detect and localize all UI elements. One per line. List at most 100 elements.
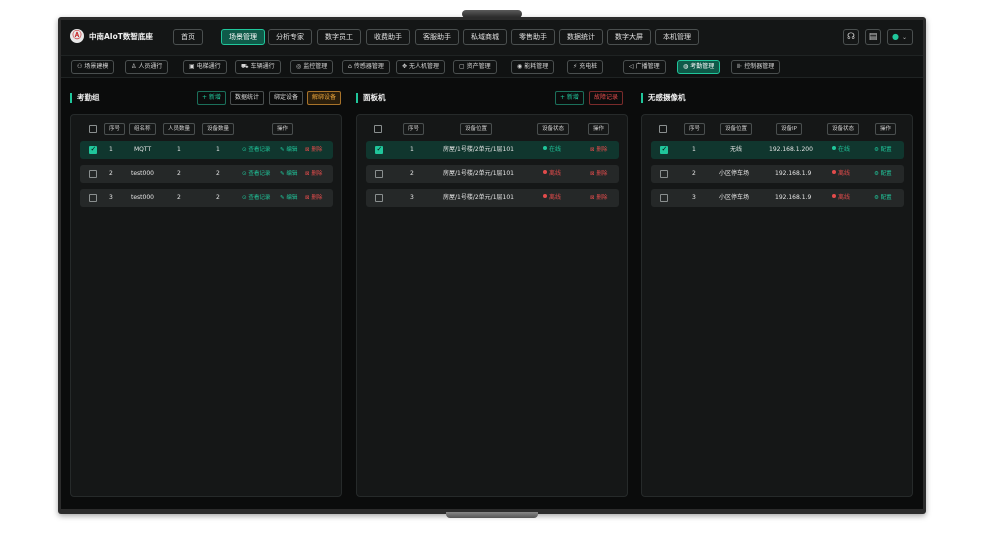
attendance-icon: ◍	[683, 63, 689, 70]
sub-nav: ⚇ 场景建模 ♙ 人员通行 ▣ 电梯通行 ⛟ 车辆通行 ◎ 监控管理 ⌂ 传感器管理 ✥ 无人…	[61, 56, 923, 78]
panel-machine-panel: 序号 设备位置 设备状态 操作 1 房屋/1号楼/2单元/1层101 在线 ⊠ …	[356, 114, 628, 497]
fault-records-button[interactable]: 故障记录	[589, 91, 624, 105]
row-no: 3	[109, 194, 113, 201]
delete-link[interactable]: ⊠ 删除	[590, 169, 607, 179]
status-dot-icon	[832, 194, 836, 198]
bind-device-button[interactable]: 绑定设备	[269, 91, 304, 105]
panel-machine-add-button[interactable]: + 新增	[555, 91, 584, 105]
sub-tab-scene-modeling[interactable]: ⚇ 场景建模	[71, 60, 115, 74]
nav-tab-local[interactable]: 本机管理	[655, 29, 699, 45]
row-checkbox[interactable]	[89, 194, 97, 202]
unbind-device-button[interactable]: 解绑设备	[307, 91, 342, 105]
delete-link[interactable]: ⊠ 删除	[305, 193, 322, 203]
sub-tab-monitor[interactable]: ◎ 监控管理	[290, 60, 334, 74]
sub-tab-sensor[interactable]: ⌂ 传感器管理	[342, 60, 390, 74]
sub-tab-broadcast[interactable]: ◁ 广播管理	[623, 60, 666, 74]
table-row[interactable]: 2 小区停车场 192.168.1.9 离线 ⚙ 配置	[651, 165, 904, 183]
config-link[interactable]: ⚙ 配置	[874, 169, 892, 179]
attendance-stats-button[interactable]: 数据统计	[230, 91, 265, 105]
nav-tab-digital-staff[interactable]: 数字员工	[317, 29, 361, 45]
sub-tab-elevator[interactable]: ▣ 电梯通行	[183, 60, 227, 74]
table-row[interactable]: 1 无线 192.168.1.200 在线 ⚙ 配置	[651, 141, 904, 159]
config-link[interactable]: ⚙ 配置	[874, 145, 892, 155]
row-checkbox[interactable]	[660, 145, 668, 154]
table-row[interactable]: 1 房屋/1号楼/2单元/1层101 在线 ⊠ 删除	[366, 141, 619, 159]
col-header-group-name: 组名称	[129, 123, 156, 135]
table-row[interactable]: 3 房屋/1号楼/2单元/1层101 离线 ⊠ 删除	[366, 189, 619, 207]
sub-tab-charging[interactable]: ⚡ 充电桩	[567, 60, 604, 74]
row-checkbox[interactable]	[660, 170, 668, 178]
nav-tab-analysis[interactable]: 分析专家	[268, 29, 312, 45]
attendance-add-button[interactable]: + 新增	[197, 91, 226, 105]
nav-tab-scene[interactable]: 场景管理	[221, 29, 265, 45]
view-records-link[interactable]: ⊙ 查看记录	[242, 169, 270, 179]
status-dot-icon	[832, 146, 836, 150]
sub-tab-controller[interactable]: ⊪ 控制器管理	[731, 60, 781, 74]
row-people: 2	[177, 170, 181, 177]
scene-modeling-icon: ⚇	[77, 63, 83, 70]
delete-link[interactable]: ⊠ 删除	[305, 169, 322, 179]
row-ip: 192.168.1.9	[775, 194, 812, 201]
table-row[interactable]: 3 小区停车场 192.168.1.9 离线 ⚙ 配置	[651, 189, 904, 207]
table-row[interactable]: 1 MQTT 1 1 ⊙ 查看记录 ✎ 编辑 ⊠ 删除	[80, 141, 333, 159]
row-no: 3	[410, 194, 414, 201]
row-no: 2	[109, 170, 113, 177]
row-ip: 192.168.1.200	[769, 146, 813, 153]
tv-scene: Ⓐ 中南AIoT数智底座 首页 场景管理 分析专家 数字员工 收费助手 客服助手…	[0, 0, 985, 554]
row-ip: 192.168.1.9	[775, 170, 812, 177]
row-checkbox[interactable]	[660, 194, 668, 202]
camera-title: 无感摄像机	[641, 93, 686, 103]
col-header-no: 序号	[684, 123, 706, 135]
drone-icon: ✥	[402, 63, 408, 70]
sub-tab-vehicle[interactable]: ⛟ 车辆通行	[235, 60, 281, 74]
table-row[interactable]: 3 test000 2 2 ⊙ 查看记录 ✎ 编辑 ⊠ 删除	[80, 189, 333, 207]
nav-tab-billing[interactable]: 收费助手	[366, 29, 410, 45]
view-records-link[interactable]: ⊙ 查看记录	[242, 193, 270, 203]
row-checkbox[interactable]	[375, 145, 383, 154]
nav-tab-home[interactable]: 首页	[173, 29, 203, 45]
row-checkbox[interactable]	[89, 145, 97, 154]
select-all-checkbox[interactable]	[374, 125, 382, 133]
delete-link[interactable]: ⊠ 删除	[590, 145, 607, 155]
nav-tab-service[interactable]: 客服助手	[415, 29, 459, 45]
brand-logo-icon: Ⓐ	[70, 29, 84, 43]
col-header-location: 设备位置	[720, 123, 753, 135]
row-location: 房屋/1号楼/2单元/1层101	[443, 194, 514, 201]
row-location: 小区停车场	[719, 194, 750, 201]
row-devices: 2	[216, 170, 220, 177]
sub-tab-attendance[interactable]: ◍ 考勤管理	[677, 60, 721, 74]
sub-tab-energy[interactable]: ◉ 能耗管理	[511, 60, 555, 74]
sub-tab-asset[interactable]: ▢ 资产管理	[453, 60, 497, 74]
table-row[interactable]: 2 test000 2 2 ⊙ 查看记录 ✎ 编辑 ⊠ 删除	[80, 165, 333, 183]
view-records-link[interactable]: ⊙ 查看记录	[242, 145, 270, 155]
nav-tab-stats[interactable]: 数据统计	[559, 29, 603, 45]
display-icon[interactable]: ▤	[865, 29, 881, 45]
select-all-checkbox[interactable]	[659, 125, 667, 133]
attendance-group-title: 考勤组	[70, 93, 100, 103]
row-checkbox[interactable]	[375, 194, 383, 202]
edit-link[interactable]: ✎ 编辑	[280, 169, 297, 179]
col-header-actions: 操作	[272, 123, 294, 135]
sub-tab-drone[interactable]: ✥ 无人机管理	[396, 60, 446, 74]
table-row[interactable]: 2 房屋/1号楼/2单元/1层101 离线 ⊠ 删除	[366, 165, 619, 183]
row-checkbox[interactable]	[89, 170, 97, 178]
headset-icon[interactable]: ☊	[843, 29, 859, 45]
status-badge: 离线	[543, 193, 561, 203]
row-checkbox[interactable]	[375, 170, 383, 178]
nav-tab-mall[interactable]: 私域商城	[463, 29, 507, 45]
col-header-people: 人员数量	[163, 123, 196, 135]
edit-link[interactable]: ✎ 编辑	[280, 193, 297, 203]
user-menu-button[interactable]: ● ⌄	[887, 29, 913, 45]
row-no: 2	[410, 170, 414, 177]
nav-tab-retail[interactable]: 零售助手	[511, 29, 555, 45]
sub-tab-person-access[interactable]: ♙ 人员通行	[125, 60, 169, 74]
edit-link[interactable]: ✎ 编辑	[280, 145, 297, 155]
select-all-checkbox[interactable]	[89, 125, 97, 133]
nav-tab-bigscreen[interactable]: 数字大屏	[607, 29, 651, 45]
asset-icon: ▢	[459, 63, 465, 70]
user-icon: ●	[892, 32, 899, 41]
config-link[interactable]: ⚙ 配置	[874, 193, 892, 203]
delete-link[interactable]: ⊠ 删除	[305, 145, 322, 155]
delete-link[interactable]: ⊠ 删除	[590, 193, 607, 203]
status-badge: 在线	[832, 145, 850, 155]
